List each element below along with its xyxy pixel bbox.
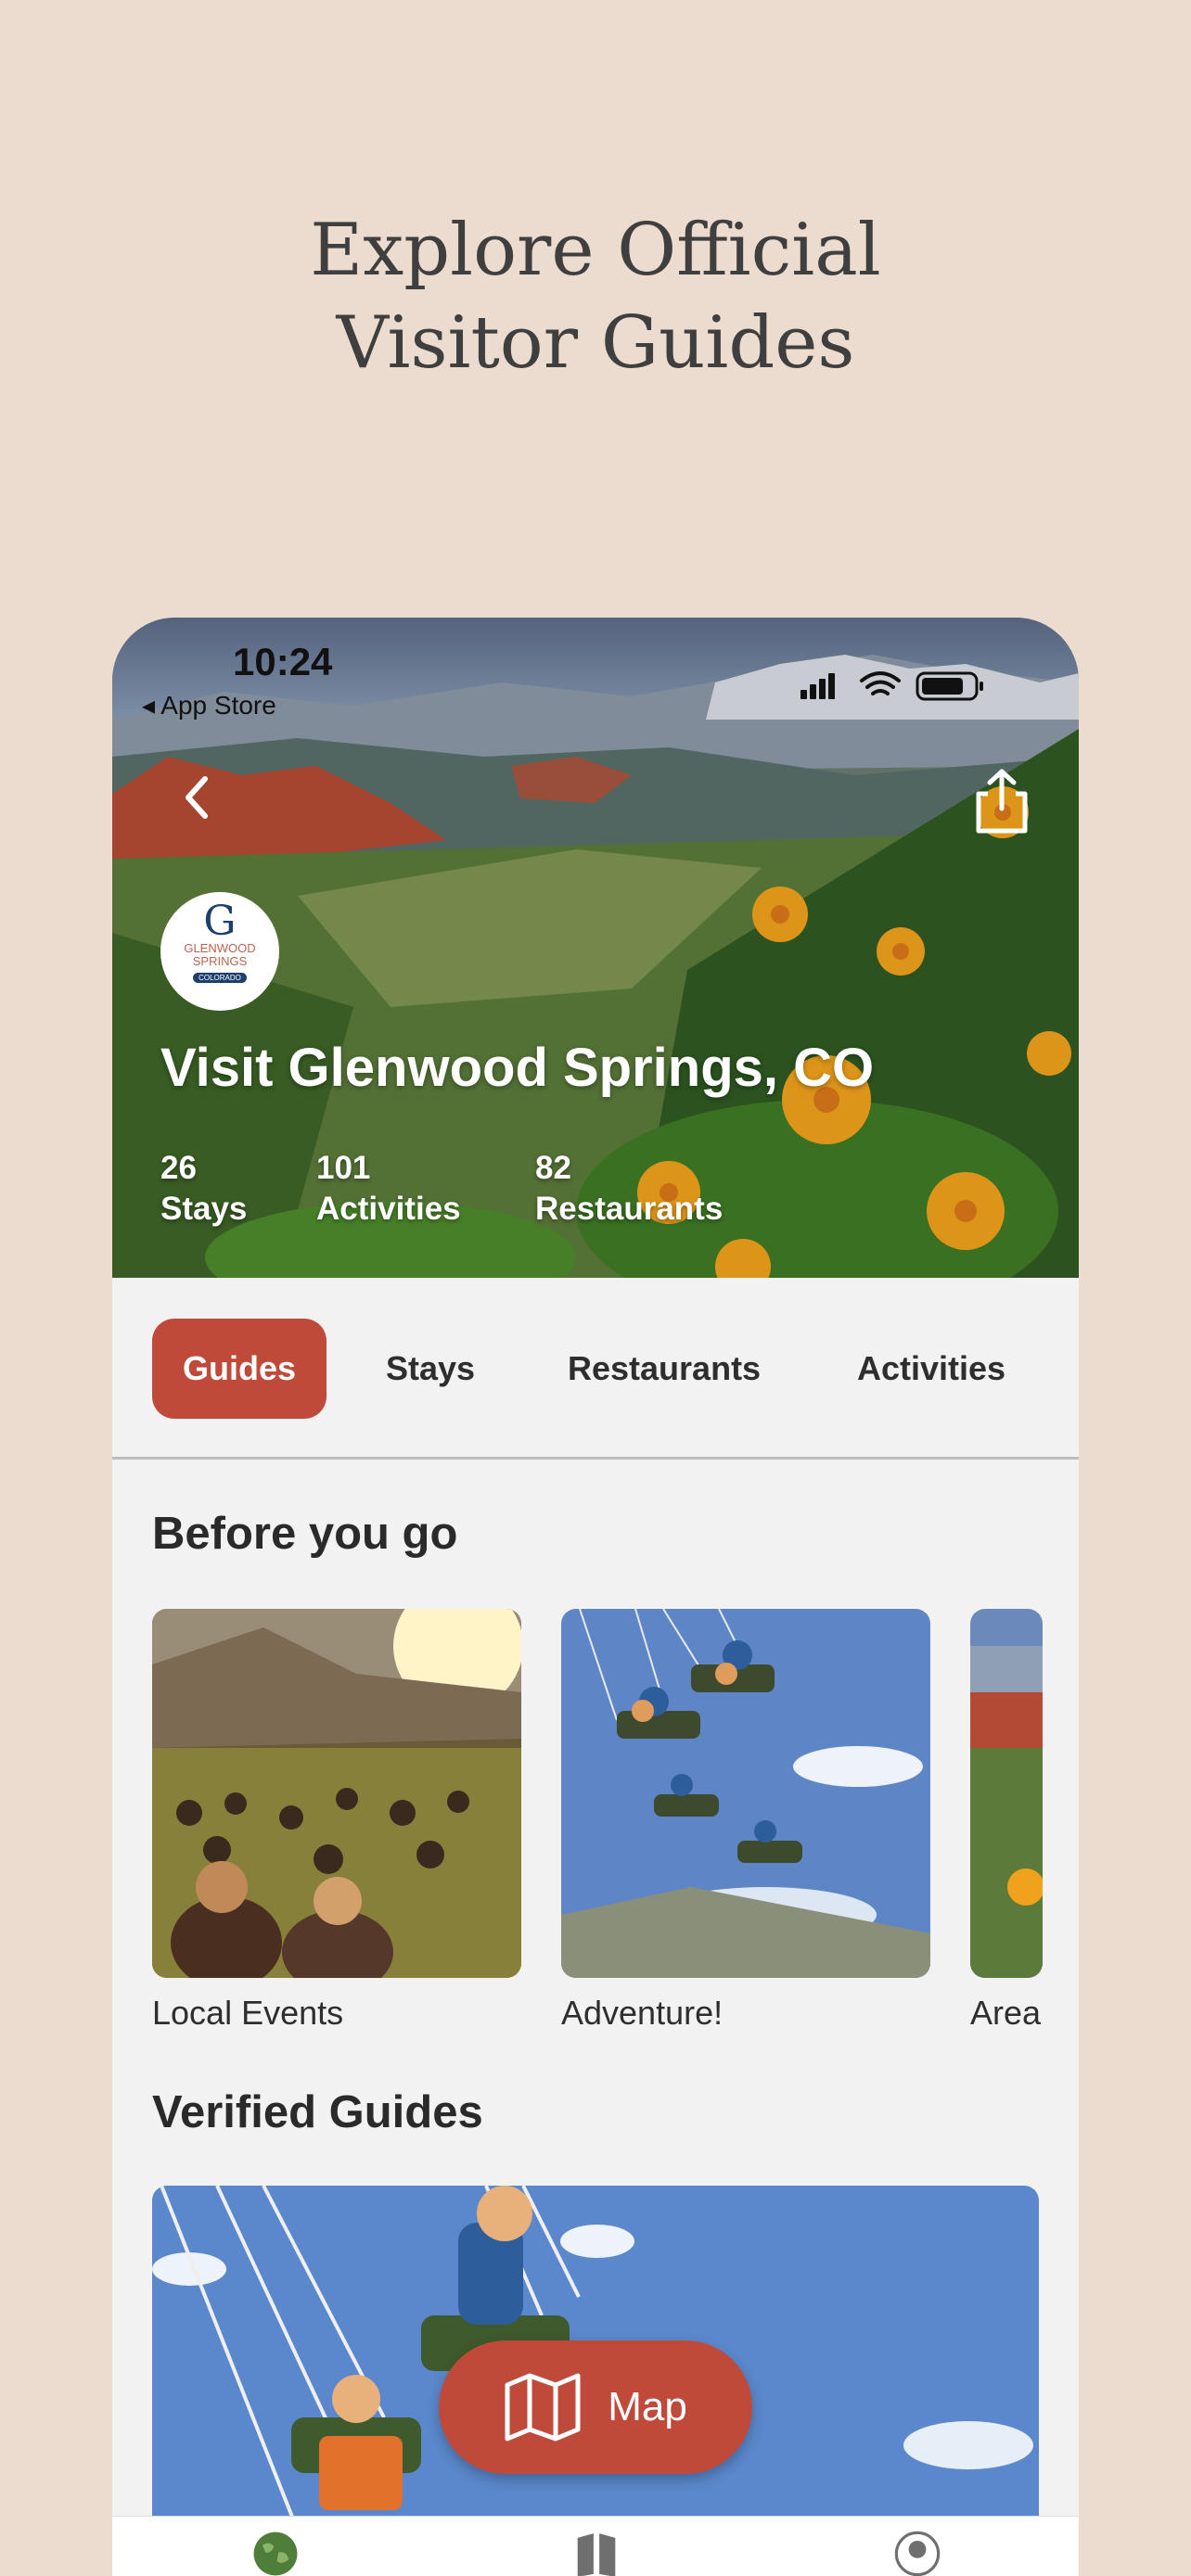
- logo-line-1: GLENWOOD: [184, 941, 256, 955]
- concert-crowd-photo: [152, 1609, 521, 1978]
- book-icon[interactable]: [567, 2531, 626, 2576]
- stat-value: 101: [316, 1150, 371, 1186]
- share-icon[interactable]: [969, 766, 1034, 836]
- globe-icon[interactable]: [246, 2531, 305, 2576]
- destination-logo: G GLENWOOD SPRINGS COLORADO: [160, 892, 279, 1011]
- cellular-signal-icon: [800, 673, 835, 699]
- map-button[interactable]: Map: [439, 2340, 752, 2474]
- wifi-icon: [860, 671, 901, 695]
- phone-screen: 10:24 ◂ App Store G GLENWOOD SPRINGS COL…: [112, 618, 1079, 2576]
- stat-value: 26: [160, 1150, 197, 1186]
- back-chevron-icon[interactable]: [172, 770, 227, 825]
- battery-icon: [916, 671, 983, 701]
- status-icons: [800, 671, 983, 701]
- map-icon: [505, 2373, 581, 2442]
- guide-card-label: Area: [970, 1994, 1042, 2032]
- tab-guides[interactable]: Guides: [152, 1319, 327, 1419]
- map-button-label: Map: [608, 2384, 687, 2429]
- stat-label: Stays: [160, 1191, 248, 1227]
- back-to-app-store-link[interactable]: ◂ App Store: [142, 690, 276, 721]
- logo-badge: COLORADO: [193, 973, 247, 983]
- destination-title: Visit Glenwood Springs, CO: [160, 1038, 875, 1098]
- headline-line-2: Visitor Guides: [336, 301, 855, 385]
- logo-letter: G: [203, 898, 237, 945]
- stat-label: Restaurants: [535, 1191, 724, 1227]
- stat-label: Activities: [316, 1191, 461, 1227]
- section-title-verified-guides: Verified Guides: [152, 2087, 483, 2137]
- tab-stays[interactable]: Stays: [386, 1319, 475, 1419]
- hero-banner: 10:24 ◂ App Store G GLENWOOD SPRINGS COL…: [112, 618, 1079, 1278]
- stat-stays[interactable]: 26 Stays: [160, 1148, 247, 1230]
- profile-icon[interactable]: [888, 2531, 947, 2576]
- stat-activities[interactable]: 101 Activities: [316, 1148, 461, 1230]
- logo-line-2: SPRINGS: [192, 954, 248, 968]
- swing-ride-photo: [561, 1609, 930, 1978]
- tab-activities[interactable]: Activities: [857, 1319, 1005, 1419]
- tab-restaurants[interactable]: Restaurants: [568, 1319, 761, 1419]
- section-title-before-you-go: Before you go: [152, 1509, 458, 1559]
- guide-card-local-events[interactable]: [152, 1609, 521, 1978]
- guide-card-area[interactable]: [970, 1609, 1043, 1978]
- guide-card-label: Adventure!: [561, 1994, 724, 2032]
- stat-value: 82: [535, 1150, 571, 1186]
- stat-restaurants[interactable]: 82 Restaurants: [535, 1148, 723, 1230]
- headline: Explore Official Visitor Guides: [0, 204, 1191, 389]
- headline-line-1: Explore Official: [310, 209, 881, 292]
- valley-photo: [970, 1609, 1043, 1978]
- guide-card-label: Local Events: [152, 1994, 344, 2032]
- guide-card-adventure[interactable]: [561, 1609, 930, 1978]
- status-time: 10:24: [233, 640, 333, 683]
